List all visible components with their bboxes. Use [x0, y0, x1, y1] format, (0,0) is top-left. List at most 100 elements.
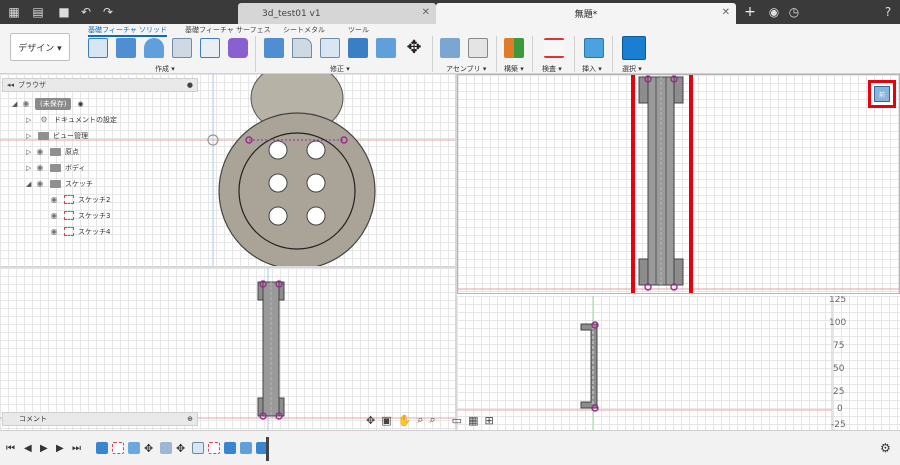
- add-tab-icon[interactable]: +: [742, 4, 758, 20]
- new-component-icon[interactable]: [228, 38, 248, 58]
- expand-icon[interactable]: ◢: [26, 180, 34, 188]
- viewport-divider-vertical[interactable]: [455, 74, 457, 430]
- select-icon[interactable]: [622, 36, 646, 60]
- fit-icon[interactable]: ⌕: [430, 413, 436, 427]
- orbit-icon[interactable]: ✥: [366, 414, 375, 427]
- visibility-icon[interactable]: ◉: [20, 99, 32, 108]
- group-construct[interactable]: 構築 ▾: [504, 64, 524, 74]
- go-to-start-icon[interactable]: ⏮: [6, 443, 15, 454]
- tab-surface[interactable]: 基礎フィーチャ サーフェス: [185, 25, 271, 35]
- tab-untitled[interactable]: 無題* ✕: [436, 3, 736, 24]
- tab-solid[interactable]: 基礎フィーチャ ソリッド: [88, 25, 168, 37]
- timeline-feature[interactable]: ✥: [144, 442, 156, 455]
- group-insert[interactable]: 挿入 ▾: [582, 64, 602, 74]
- timeline-settings-icon[interactable]: ⚙: [880, 441, 891, 455]
- visibility-icon[interactable]: ◉: [34, 163, 46, 172]
- browser-header[interactable]: ◂◂ ブラウザ ●: [2, 78, 198, 92]
- tree-item-origin[interactable]: ▷ ◉ 原点: [26, 144, 79, 159]
- expand-icon[interactable]: ▷: [26, 148, 34, 156]
- app-grid-icon[interactable]: ▦: [6, 4, 22, 20]
- comment-panel[interactable]: コメント ⊕: [2, 412, 198, 426]
- new-component-assembly-icon[interactable]: [440, 38, 460, 58]
- move-icon[interactable]: ✥: [404, 38, 424, 58]
- timeline-marker[interactable]: [266, 437, 269, 461]
- group-modify[interactable]: 修正 ▾: [330, 64, 350, 74]
- redo-icon[interactable]: ↷: [100, 4, 116, 20]
- visibility-icon[interactable]: ◉: [48, 227, 60, 236]
- group-inspect[interactable]: 検査 ▾: [542, 64, 562, 74]
- press-pull-icon[interactable]: [264, 38, 284, 58]
- visibility-icon[interactable]: ◉: [48, 195, 60, 204]
- grid-settings-icon[interactable]: ▦: [468, 414, 478, 427]
- pattern-icon[interactable]: [200, 38, 220, 58]
- tab-sheet-metal[interactable]: シートメタル: [283, 25, 325, 35]
- expand-icon[interactable]: ▷: [26, 132, 34, 140]
- combine-icon[interactable]: [376, 38, 396, 58]
- viewport-right-view[interactable]: 125 100 75 50 25 0 -25: [457, 296, 900, 430]
- timeline-feature[interactable]: [96, 442, 108, 454]
- expand-icon[interactable]: ◢: [12, 100, 20, 108]
- go-to-end-icon[interactable]: ⏭: [72, 443, 81, 454]
- extrude-icon[interactable]: [116, 38, 136, 58]
- extensions-icon[interactable]: ◉: [766, 4, 782, 20]
- radio-icon[interactable]: ◉: [77, 100, 83, 108]
- tab-tools[interactable]: ツール: [348, 25, 369, 35]
- tree-item-sketches[interactable]: ◢ ◉ スケッチ: [26, 176, 93, 191]
- tree-item-sketch4[interactable]: ◉ スケッチ4: [48, 224, 110, 239]
- help-icon[interactable]: ?: [880, 4, 896, 20]
- create-sketch-icon[interactable]: [88, 38, 108, 58]
- add-comment-icon[interactable]: ⊕: [187, 415, 193, 423]
- display-settings-icon[interactable]: ▭: [452, 414, 462, 427]
- measure-icon[interactable]: [544, 38, 564, 58]
- viewport-side-view[interactable]: [0, 268, 455, 430]
- timeline-feature[interactable]: [128, 442, 140, 454]
- revolve-icon[interactable]: [144, 38, 164, 58]
- undo-icon[interactable]: ↶: [78, 4, 94, 20]
- group-create[interactable]: 作成 ▾: [155, 64, 175, 74]
- tree-item-bodies[interactable]: ▷ ◉ ボディ: [26, 160, 86, 175]
- group-assemble[interactable]: アセンブリ ▾: [446, 64, 486, 74]
- viewcube-face-icon[interactable]: 前: [874, 86, 890, 102]
- insert-image-icon[interactable]: [584, 38, 604, 58]
- step-back-icon[interactable]: ◀: [24, 443, 32, 454]
- tree-item-sketch3[interactable]: ◉ スケッチ3: [48, 208, 110, 223]
- viewport-front-view[interactable]: [457, 74, 900, 294]
- viewport-divider-horizontal[interactable]: [0, 266, 455, 268]
- close-icon[interactable]: ✕: [422, 7, 430, 18]
- zoom-icon[interactable]: ⌕: [417, 413, 423, 427]
- shell-icon[interactable]: [348, 38, 368, 58]
- viewports-icon[interactable]: ⊞: [484, 414, 493, 427]
- timeline-feature[interactable]: [192, 442, 204, 454]
- viewcube[interactable]: 前: [868, 80, 896, 108]
- tree-item-named-views[interactable]: ▷ ビュー管理: [26, 128, 88, 143]
- visibility-icon[interactable]: ◉: [34, 147, 46, 156]
- visibility-icon[interactable]: ◉: [48, 211, 60, 220]
- look-at-icon[interactable]: ▣: [381, 414, 391, 427]
- visibility-icon[interactable]: ◉: [34, 179, 46, 188]
- timeline-feature[interactable]: [240, 442, 252, 454]
- file-icon[interactable]: ▤: [30, 4, 46, 20]
- expand-icon[interactable]: ▷: [26, 116, 34, 124]
- step-forward-icon[interactable]: ▶: [56, 443, 64, 454]
- tree-item-root[interactable]: ◢ ◉ (未保存) ◉: [12, 96, 84, 111]
- pin-icon[interactable]: ●: [187, 81, 193, 89]
- joint-icon[interactable]: [468, 38, 488, 58]
- close-icon[interactable]: ✕: [722, 7, 730, 18]
- tab-3d-test01[interactable]: 3d_test01 v1 ✕: [238, 3, 436, 24]
- timeline-feature[interactable]: ✥: [176, 442, 188, 455]
- group-select[interactable]: 選択 ▾: [622, 64, 642, 74]
- play-icon[interactable]: ▶: [40, 443, 48, 454]
- save-icon[interactable]: ■: [56, 4, 72, 20]
- timeline-feature[interactable]: [160, 442, 172, 454]
- workspace-design-button[interactable]: デザイン ▾: [10, 33, 70, 61]
- timeline-feature[interactable]: [208, 442, 220, 454]
- tree-item-sketch2[interactable]: ◉ スケッチ2: [48, 192, 110, 207]
- construct-plane-icon[interactable]: [504, 38, 524, 58]
- chamfer-icon[interactable]: [320, 38, 340, 58]
- timeline-feature[interactable]: [224, 442, 236, 454]
- collapse-icon[interactable]: ◂◂: [7, 81, 14, 89]
- fillet-icon[interactable]: [292, 38, 312, 58]
- expand-icon[interactable]: ▷: [26, 164, 34, 172]
- hole-icon[interactable]: [172, 38, 192, 58]
- tree-item-document-settings[interactable]: ▷ ⚙ ドキュメントの設定: [26, 112, 117, 127]
